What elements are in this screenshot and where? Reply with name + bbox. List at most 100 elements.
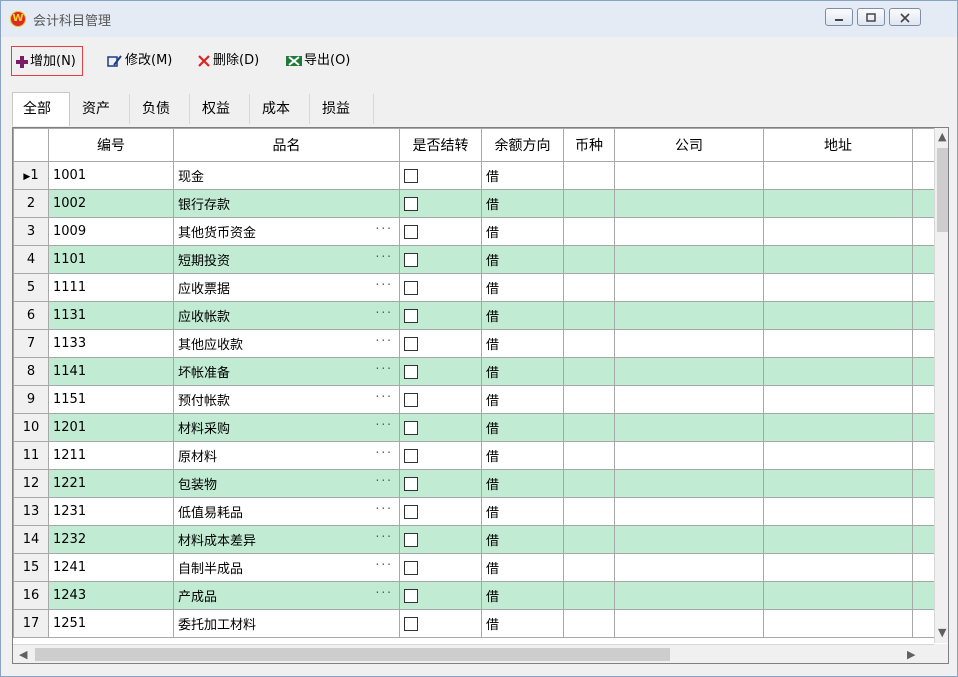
cell-currency[interactable] (563, 273, 615, 302)
cell-address[interactable] (763, 189, 913, 218)
cell-address[interactable] (763, 329, 913, 358)
table-row[interactable]: 17 1251 委托加工材料 借 (13, 609, 943, 638)
cell-name[interactable]: 坏帐准备... (173, 357, 400, 386)
cell-code[interactable]: 1241 (48, 553, 174, 582)
table-row[interactable]: 16 1243 产成品... 借 (13, 581, 943, 610)
cell-company[interactable] (614, 329, 764, 358)
cell-currency[interactable] (563, 161, 615, 190)
cell-currency[interactable] (563, 553, 615, 582)
row-number[interactable]: 12 (13, 469, 49, 498)
cell-balance-direction[interactable]: 借 (481, 189, 564, 218)
table-row[interactable]: 13 1231 低值易耗品... 借 (13, 497, 943, 526)
carry-over-checkbox[interactable] (404, 476, 418, 491)
col-header-company[interactable]: 公司 (614, 128, 764, 162)
cell-code[interactable]: 1232 (48, 525, 174, 554)
cell-name[interactable]: 产成品... (173, 581, 400, 610)
table-row[interactable]: 9 1151 预付帐款... 借 (13, 385, 943, 414)
table-row[interactable]: 2 1002 银行存款 借 (13, 189, 943, 218)
cell-balance-direction[interactable]: 借 (481, 441, 564, 470)
table-row[interactable]: 3 1009 其他货币资金... 借 (13, 217, 943, 246)
cell-balance-direction[interactable]: 借 (481, 469, 564, 498)
cell-address[interactable] (763, 301, 913, 330)
carry-over-checkbox[interactable] (404, 504, 418, 519)
col-header-currency[interactable]: 币种 (563, 128, 615, 162)
cell-name[interactable]: 包装物... (173, 469, 400, 498)
col-header-name[interactable]: 品名 (173, 128, 400, 162)
cell-currency[interactable] (563, 469, 615, 498)
cell-balance-direction[interactable]: 借 (481, 385, 564, 414)
lookup-ellipsis-button[interactable]: ... (376, 331, 393, 345)
table-row[interactable]: ▶1 1001 现金 借 (13, 161, 943, 190)
cell-company[interactable] (614, 441, 764, 470)
vertical-scrollbar[interactable]: ▲ ▼ (934, 128, 948, 643)
cell-code[interactable]: 1111 (48, 273, 174, 302)
cell-name[interactable]: 应收票据... (173, 273, 400, 302)
scroll-left-icon[interactable]: ◀ (19, 648, 27, 661)
carry-over-checkbox[interactable] (404, 392, 418, 407)
row-number[interactable]: 14 (13, 525, 49, 554)
cell-currency[interactable] (563, 301, 615, 330)
cell-balance-direction[interactable]: 借 (481, 525, 564, 554)
lookup-ellipsis-button[interactable]: ... (376, 219, 393, 233)
cell-code[interactable]: 1151 (48, 385, 174, 414)
tab-cost[interactable]: 成本 (252, 94, 310, 124)
cell-currency[interactable] (563, 441, 615, 470)
cell-company[interactable] (614, 413, 764, 442)
col-header-code[interactable]: 编号 (48, 128, 174, 162)
cell-name[interactable]: 自制半成品... (173, 553, 400, 582)
scroll-right-icon[interactable]: ▶ (907, 648, 915, 661)
cell-company[interactable] (614, 581, 764, 610)
cell-carry-over[interactable] (399, 217, 482, 246)
carry-over-checkbox[interactable] (404, 420, 418, 435)
row-number[interactable]: 13 (13, 497, 49, 526)
cell-carry-over[interactable] (399, 441, 482, 470)
cell-name[interactable]: 原材料... (173, 441, 400, 470)
row-number[interactable]: 6 (13, 301, 49, 330)
cell-name[interactable]: 低值易耗品... (173, 497, 400, 526)
cell-address[interactable] (763, 469, 913, 498)
tab-equity[interactable]: 权益 (192, 94, 250, 124)
cell-balance-direction[interactable]: 借 (481, 497, 564, 526)
cell-name[interactable]: 预付帐款... (173, 385, 400, 414)
row-number[interactable]: 15 (13, 553, 49, 582)
table-row[interactable]: 6 1131 应收帐款... 借 (13, 301, 943, 330)
cell-company[interactable] (614, 245, 764, 274)
minimize-button[interactable] (825, 8, 853, 26)
cell-company[interactable] (614, 385, 764, 414)
lookup-ellipsis-button[interactable]: ... (376, 555, 393, 569)
lookup-ellipsis-button[interactable]: ... (376, 359, 393, 373)
row-number[interactable]: 2 (13, 189, 49, 218)
cell-currency[interactable] (563, 413, 615, 442)
cell-company[interactable] (614, 525, 764, 554)
cell-company[interactable] (614, 609, 764, 638)
tab-all[interactable]: 全部 (12, 92, 70, 126)
cell-balance-direction[interactable]: 借 (481, 581, 564, 610)
cell-code[interactable]: 1133 (48, 329, 174, 358)
cell-address[interactable] (763, 525, 913, 554)
carry-over-checkbox[interactable] (404, 616, 418, 631)
cell-company[interactable] (614, 469, 764, 498)
cell-currency[interactable] (563, 581, 615, 610)
cell-company[interactable] (614, 273, 764, 302)
cell-company[interactable] (614, 553, 764, 582)
cell-carry-over[interactable] (399, 553, 482, 582)
col-header-carry-over[interactable]: 是否结转 (399, 128, 482, 162)
cell-address[interactable] (763, 217, 913, 246)
row-number[interactable]: 7 (13, 329, 49, 358)
cell-code[interactable]: 1243 (48, 581, 174, 610)
cell-address[interactable] (763, 245, 913, 274)
cell-balance-direction[interactable]: 借 (481, 245, 564, 274)
lookup-ellipsis-button[interactable]: ... (376, 471, 393, 485)
cell-currency[interactable] (563, 609, 615, 638)
cell-name[interactable]: 其他货币资金... (173, 217, 400, 246)
add-button[interactable]: 增加(N) (11, 46, 83, 76)
cell-name[interactable]: 材料成本差异... (173, 525, 400, 554)
cell-carry-over[interactable] (399, 161, 482, 190)
lookup-ellipsis-button[interactable]: ... (376, 387, 393, 401)
cell-balance-direction[interactable]: 借 (481, 553, 564, 582)
carry-over-checkbox[interactable] (404, 532, 418, 547)
cell-code[interactable]: 1002 (48, 189, 174, 218)
export-button[interactable]: 导出(O) (286, 46, 350, 76)
carry-over-checkbox[interactable] (404, 224, 418, 239)
cell-currency[interactable] (563, 385, 615, 414)
